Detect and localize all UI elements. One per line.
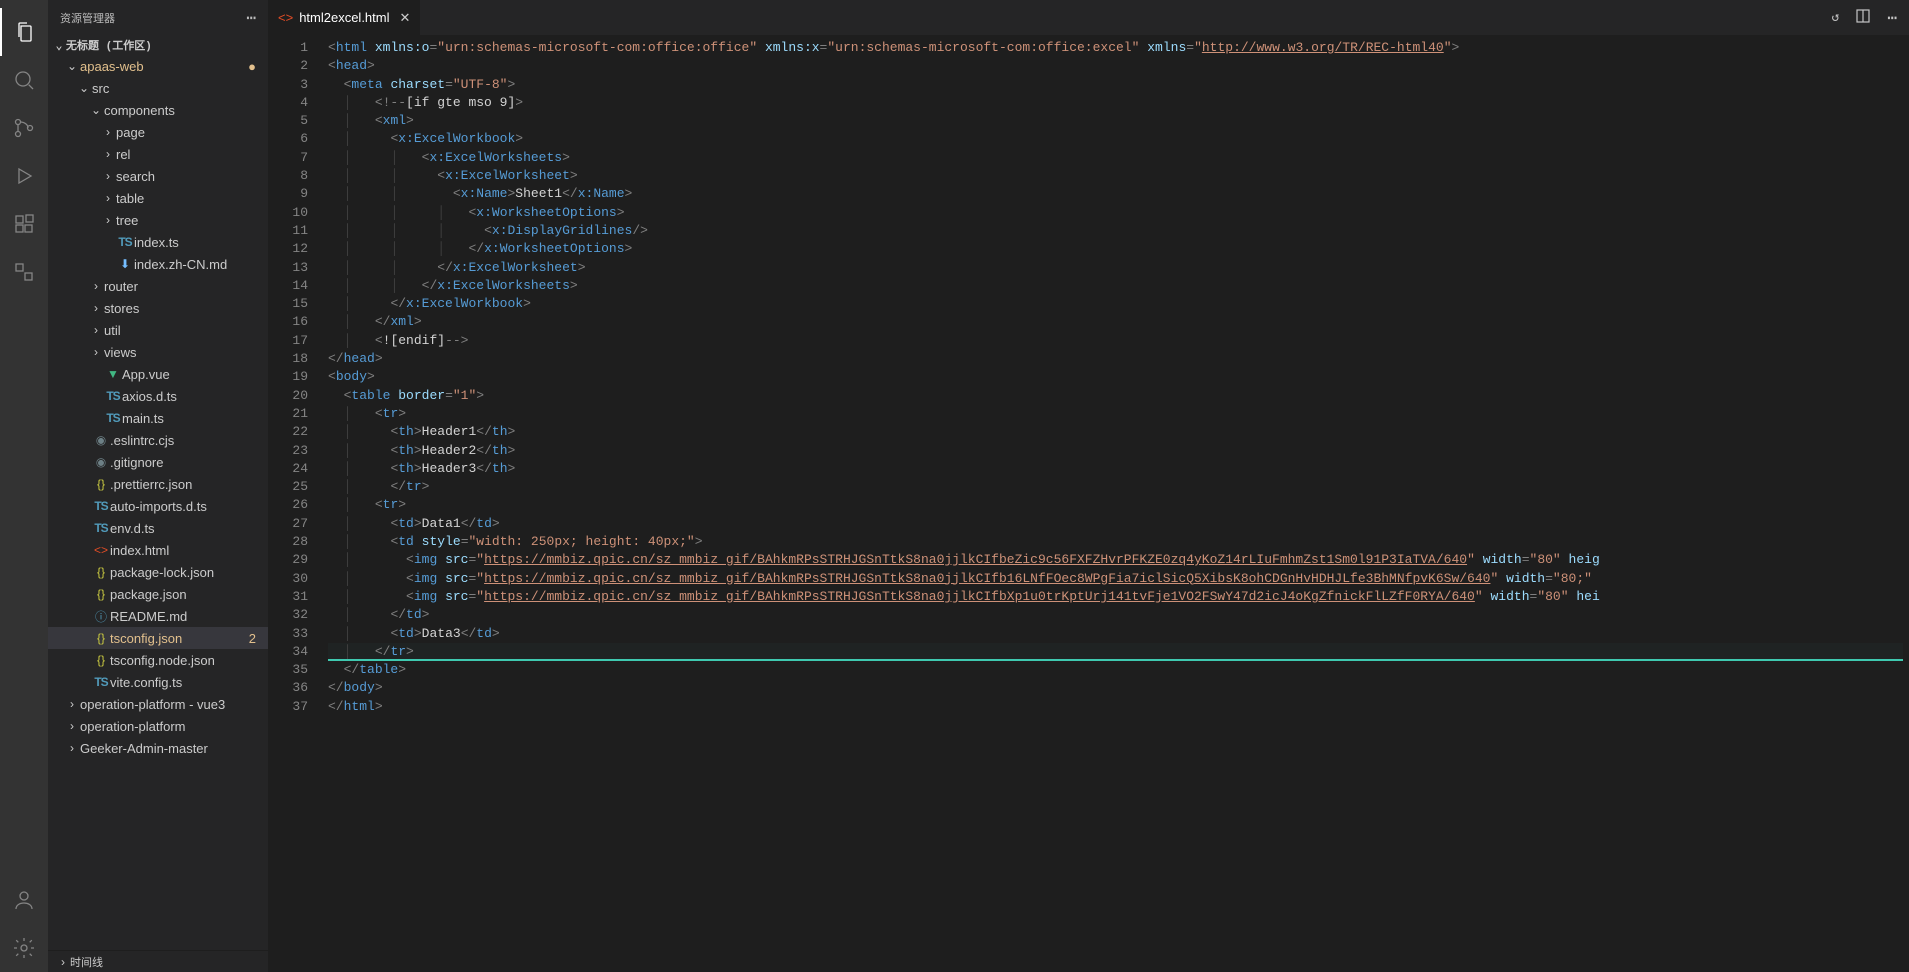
close-icon[interactable]: ✕: [400, 10, 411, 26]
file-item[interactable]: {}.prettierrc.json: [48, 473, 268, 495]
folder-item[interactable]: ›util: [48, 319, 268, 341]
file-item[interactable]: TSaxios.d.ts: [48, 385, 268, 407]
file-tree: ⌄apaas-web●⌄src⌄components›page›rel›sear…: [48, 55, 268, 950]
code-editor[interactable]: 1234567891011121314151617181920212223242…: [268, 35, 1909, 972]
file-item[interactable]: ◉.eslintrc.cjs: [48, 429, 268, 451]
explorer-header: 资源管理器 ⋯: [48, 0, 268, 35]
split-editor-icon[interactable]: [1855, 8, 1871, 28]
code-content[interactable]: <html xmlns:o="urn:schemas-microsoft-com…: [328, 35, 1903, 972]
file-item[interactable]: {}package-lock.json: [48, 561, 268, 583]
more-icon[interactable]: ⋯: [246, 8, 256, 28]
tab-actions: ↺ ⋯: [1820, 0, 1909, 35]
file-item[interactable]: ⬇index.zh-CN.md: [48, 253, 268, 275]
explorer-title: 资源管理器: [60, 10, 115, 26]
folder-item[interactable]: ⌄components: [48, 99, 268, 121]
chevron-right-icon: ›: [56, 955, 70, 969]
folder-item[interactable]: ›views: [48, 341, 268, 363]
tab-html2excel[interactable]: <> html2excel.html ✕: [268, 0, 421, 35]
folder-item[interactable]: ›tree: [48, 209, 268, 231]
settings-icon[interactable]: [0, 924, 48, 972]
file-item[interactable]: TSmain.ts: [48, 407, 268, 429]
file-item[interactable]: TSauto-imports.d.ts: [48, 495, 268, 517]
workspace-section[interactable]: ⌄ 无标题 (工作区): [48, 35, 268, 55]
source-control-icon[interactable]: [0, 104, 48, 152]
file-item[interactable]: {}tsconfig.node.json: [48, 649, 268, 671]
timeline-label: 时间线: [70, 954, 103, 970]
account-icon[interactable]: [0, 876, 48, 924]
file-item[interactable]: ⓘREADME.md: [48, 605, 268, 627]
file-item[interactable]: ▼App.vue: [48, 363, 268, 385]
folder-item[interactable]: ⌄src: [48, 77, 268, 99]
activity-bar: [0, 0, 48, 972]
folder-item[interactable]: ›operation-platform - vue3: [48, 693, 268, 715]
more-icon[interactable]: ⋯: [1887, 8, 1897, 28]
file-item[interactable]: <>index.html: [48, 539, 268, 561]
folder-item[interactable]: ›rel: [48, 143, 268, 165]
html-icon: <>: [278, 10, 293, 25]
folder-item[interactable]: ›page: [48, 121, 268, 143]
explorer-sidebar: 资源管理器 ⋯ ⌄ 无标题 (工作区) ⌄apaas-web●⌄src⌄comp…: [48, 0, 268, 972]
folder-item[interactable]: ›Geeker-Admin-master: [48, 737, 268, 759]
file-item[interactable]: TSvite.config.ts: [48, 671, 268, 693]
file-item[interactable]: ◉.gitignore: [48, 451, 268, 473]
folder-item[interactable]: ⌄apaas-web●: [48, 55, 268, 77]
search-icon[interactable]: [0, 56, 48, 104]
folder-item[interactable]: ›table: [48, 187, 268, 209]
history-icon[interactable]: ↺: [1832, 10, 1840, 25]
editor-area: <> html2excel.html ✕ ↺ ⋯ 123456789101112…: [268, 0, 1909, 972]
folder-item[interactable]: ›search: [48, 165, 268, 187]
extensions-icon[interactable]: [0, 200, 48, 248]
file-item[interactable]: {}package.json: [48, 583, 268, 605]
minimap[interactable]: [1903, 35, 1909, 972]
folder-item[interactable]: ›operation-platform: [48, 715, 268, 737]
file-item[interactable]: TSindex.ts: [48, 231, 268, 253]
run-debug-icon[interactable]: [0, 152, 48, 200]
tab-label: html2excel.html: [299, 10, 389, 25]
workspace-label: 无标题 (工作区): [66, 37, 152, 53]
folder-item[interactable]: ›router: [48, 275, 268, 297]
line-gutter: 1234567891011121314151617181920212223242…: [268, 35, 328, 972]
chevron-down-icon: ⌄: [52, 38, 66, 53]
file-item[interactable]: TSenv.d.ts: [48, 517, 268, 539]
file-item[interactable]: {}tsconfig.json2: [48, 627, 268, 649]
folder-item[interactable]: ›stores: [48, 297, 268, 319]
tabs-bar: <> html2excel.html ✕ ↺ ⋯: [268, 0, 1909, 35]
timeline-section[interactable]: › 时间线: [48, 950, 268, 972]
remote-icon[interactable]: [0, 248, 48, 296]
files-icon[interactable]: [0, 8, 48, 56]
